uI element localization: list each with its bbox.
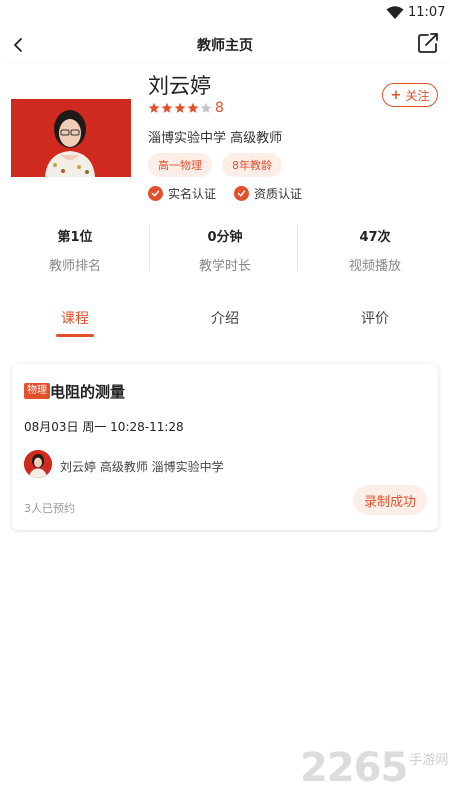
teacher-profile-card: 刘云婷 8 + 关注 淄博实验中学 高级教师 高一物理 8年教龄 实名认证 资质… (0, 64, 450, 296)
star-filled-icon (161, 102, 173, 113)
tag-experience: 8年教龄 (222, 153, 282, 177)
plus-icon: + (390, 87, 402, 103)
star-filled-icon (174, 102, 186, 113)
stat-value: 47次 (359, 230, 391, 245)
stat-value: 第1位 (57, 230, 93, 245)
star-filled-icon (187, 102, 199, 113)
nav-bar: 教师主页 (0, 26, 450, 64)
wifi-icon (386, 6, 404, 19)
tab-introduction[interactable]: 介绍 (185, 308, 265, 328)
stat-label: 教学时长 (198, 259, 251, 274)
content-tabs: 课程 介绍 评价 (0, 296, 450, 346)
tab-courses[interactable]: 课程 (35, 308, 115, 328)
subject-badge: 物理 (24, 383, 50, 399)
stat-ranking: 第1位 教师排名 (0, 224, 150, 274)
teacher-tags: 高一物理 8年教龄 (148, 153, 292, 177)
teacher-name: 刘云婷 (148, 74, 211, 98)
stat-label: 视频播放 (348, 259, 401, 274)
share-icon[interactable] (416, 31, 440, 55)
follow-label: 关注 (405, 88, 430, 103)
follow-button[interactable]: + 关注 (382, 83, 438, 107)
tag-subject: 高一物理 (148, 153, 212, 177)
star-filled-icon (148, 102, 160, 113)
record-status-button[interactable]: 录制成功 (353, 485, 427, 515)
course-title: 电阻的测量 (50, 383, 126, 401)
course-teacher-info: 刘云婷 高级教师 淄博实验中学 (60, 460, 224, 474)
watermark-number: 2265 (300, 745, 408, 791)
active-tab-indicator (56, 334, 94, 337)
certifications: 实名认证 资质认证 (148, 185, 320, 202)
rating-stars: 8 (148, 101, 224, 115)
rating-value: 8 (215, 100, 224, 116)
check-circle-icon (234, 186, 250, 201)
cert-label: 资质认证 (254, 187, 303, 201)
status-bar: 11:07 (0, 0, 450, 26)
teacher-photo (11, 99, 131, 177)
tab-reviews[interactable]: 评价 (335, 308, 415, 328)
star-empty-icon (200, 102, 212, 113)
cert-label: 实名认证 (168, 187, 217, 201)
course-card[interactable]: 物理 电阻的测量 08月03日 周一 10:28-11:28 刘云婷 高级教师 … (12, 364, 438, 530)
stat-label: 教师排名 (48, 259, 101, 274)
booked-count: 3人已预约 (24, 502, 75, 515)
stat-teaching-time: 0分钟 教学时长 (150, 224, 300, 274)
teacher-stats: 第1位 教师排名 0分钟 教学时长 47次 视频播放 (0, 224, 450, 274)
divider (297, 225, 298, 271)
divider (149, 225, 150, 271)
page-title: 教师主页 (197, 38, 253, 54)
cert-realname: 实名认证 (148, 185, 216, 202)
stat-value: 0分钟 (207, 230, 243, 245)
status-time: 11:07 (408, 5, 446, 20)
check-circle-icon (148, 186, 163, 201)
cert-qualification: 资质认证 (234, 185, 302, 202)
school-and-title: 淄博实验中学 高级教师 (148, 131, 283, 146)
site-watermark: 2265 手游网 (300, 746, 448, 790)
avatar (24, 450, 52, 478)
course-time: 08月03日 周一 10:28-11:28 (24, 420, 184, 434)
stat-video-plays: 47次 视频播放 (300, 224, 450, 274)
watermark-suffix: 手游网 (409, 753, 449, 768)
